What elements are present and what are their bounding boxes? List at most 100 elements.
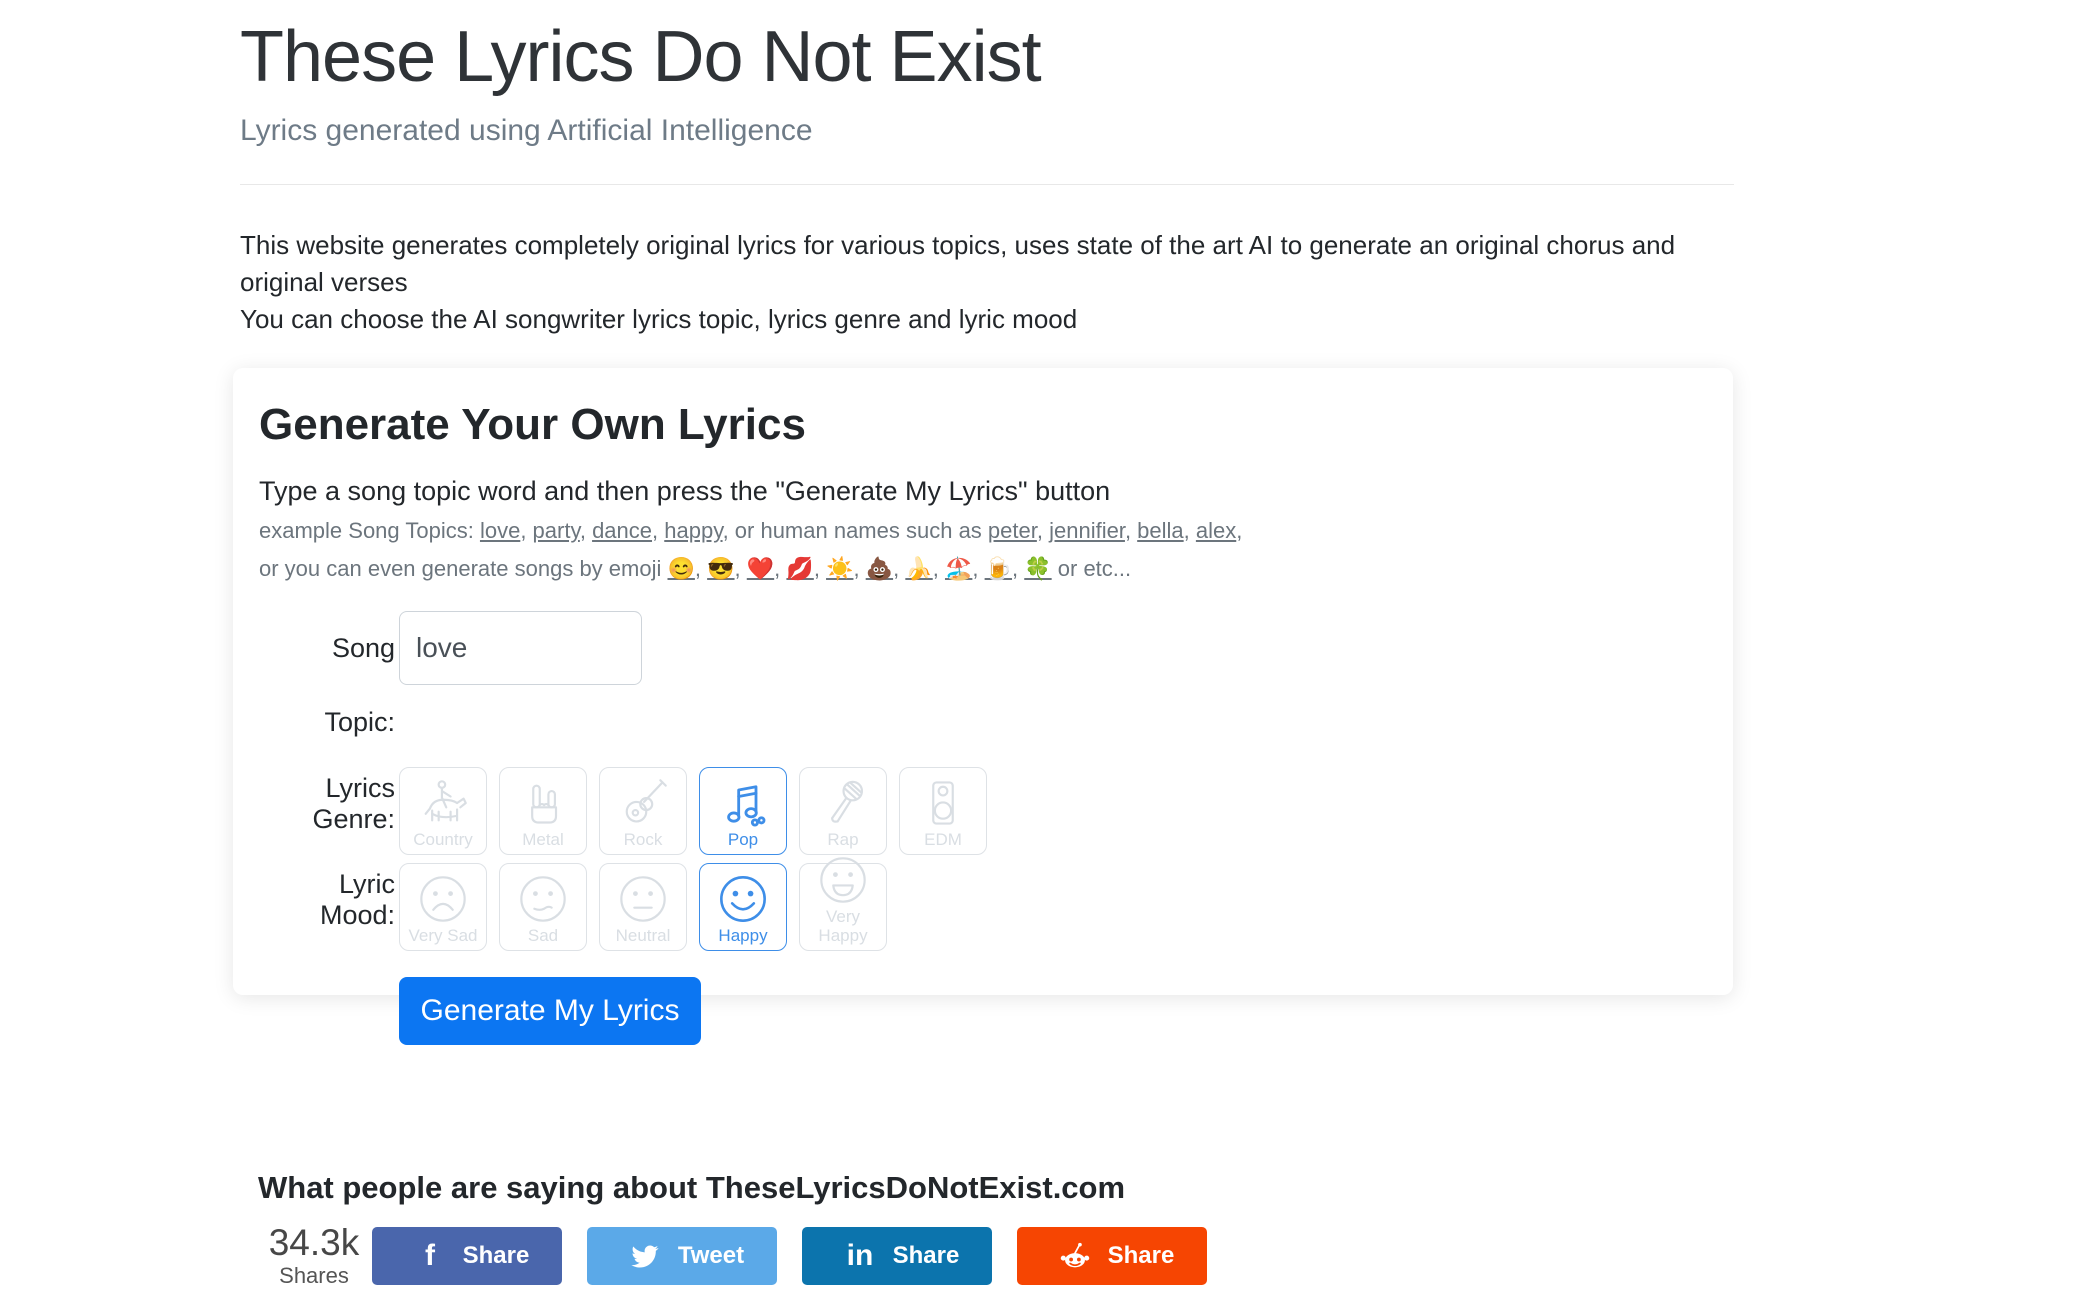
very-sad-face-icon xyxy=(417,873,469,925)
twitter-tweet-label: Tweet xyxy=(663,1242,771,1270)
mood-label-very-sad: Very Sad xyxy=(409,926,478,945)
topic-link[interactable]: love xyxy=(480,518,520,543)
generate-my-lyrics-button[interactable]: Generate My Lyrics xyxy=(399,977,701,1045)
song-topic-row: Song Topic: xyxy=(259,611,1707,759)
genre-label-edm: EDM xyxy=(924,830,962,849)
genre-button-edm[interactable]: EDM xyxy=(899,767,987,855)
topic-link[interactable]: peter xyxy=(988,518,1037,543)
happy-face-icon xyxy=(717,873,769,925)
example-text: or you can even generate songs by emoji xyxy=(259,556,667,581)
mood-button-neutral[interactable]: Neutral xyxy=(599,863,687,951)
example-emoji-line: or you can even generate songs by emoji … xyxy=(259,555,1707,583)
lyrics-genre-row: Lyrics Genre: Country xyxy=(259,767,1707,855)
share-row: 34.3k Shares f Share Tweet in Share xyxy=(258,1222,2089,1289)
song-topic-label: Song Topic: xyxy=(259,611,395,759)
share-counter: 34.3k Shares xyxy=(258,1222,370,1289)
topic-link[interactable]: party xyxy=(533,518,580,543)
very-happy-face-icon xyxy=(817,854,869,906)
example-text: , xyxy=(853,556,865,581)
description-line-1: This website generates completely origin… xyxy=(240,227,1734,301)
genre-label-rap: Rap xyxy=(827,830,858,849)
genre-button-country[interactable]: Country xyxy=(399,767,487,855)
example-text: , xyxy=(735,556,747,581)
example-topics-line: example Song Topics: love, party, dance,… xyxy=(259,517,1707,545)
facebook-share-button[interactable]: f Share xyxy=(372,1227,562,1285)
example-text: , xyxy=(1037,518,1049,543)
emoji-link[interactable]: 🍌 xyxy=(905,556,932,581)
example-text: example Song Topics: xyxy=(259,518,480,543)
description-line-2: You can choose the AI songwriter lyrics … xyxy=(240,301,1734,338)
page-title: These Lyrics Do Not Exist xyxy=(240,0,1734,98)
topic-link[interactable]: alex xyxy=(1196,518,1236,543)
genre-button-rock[interactable]: Rock xyxy=(599,767,687,855)
linkedin-icon: in xyxy=(842,1238,878,1274)
emoji-link[interactable]: 😊 xyxy=(667,556,694,581)
reddit-alien-icon xyxy=(1057,1238,1093,1274)
genre-label-metal: Metal xyxy=(522,830,564,849)
emoji-link[interactable]: 😎 xyxy=(707,556,734,581)
emoji-link[interactable]: 💋 xyxy=(786,556,813,581)
example-text: , xyxy=(520,518,532,543)
emoji-link[interactable]: ☀️ xyxy=(826,556,853,581)
divider xyxy=(240,184,1734,185)
mood-button-very-sad[interactable]: Very Sad xyxy=(399,863,487,951)
lyric-mood-row: Lyric Mood: Very Sad Sad xyxy=(259,863,1707,951)
genre-button-pop[interactable]: Pop xyxy=(699,767,787,855)
card-heading: Generate Your Own Lyrics xyxy=(259,400,1707,450)
example-text: , xyxy=(972,556,984,581)
sad-face-icon xyxy=(517,873,569,925)
genre-label-country: Country xyxy=(413,830,473,849)
genre-label-pop: Pop xyxy=(728,830,758,849)
example-text: , xyxy=(933,556,945,581)
edm-icon xyxy=(917,777,969,829)
linkedin-share-label: Share xyxy=(878,1242,986,1270)
topic-link[interactable]: happy xyxy=(664,518,722,543)
mood-button-happy[interactable]: Happy xyxy=(699,863,787,951)
example-text: or etc... xyxy=(1052,556,1131,581)
topic-link[interactable]: dance xyxy=(592,518,652,543)
example-text: , xyxy=(774,556,786,581)
mood-label-happy: Happy xyxy=(718,926,767,945)
reddit-share-button[interactable]: Share xyxy=(1017,1227,1207,1285)
mood-label-neutral: Neutral xyxy=(616,926,671,945)
page-subtitle: Lyrics generated using Artificial Intell… xyxy=(240,114,1734,148)
neutral-face-icon xyxy=(617,873,669,925)
emoji-link[interactable]: 💩 xyxy=(866,556,893,581)
emoji-link[interactable]: 🍺 xyxy=(985,556,1012,581)
topic-link[interactable]: bella xyxy=(1137,518,1183,543)
rap-icon xyxy=(817,777,869,829)
example-text: , xyxy=(1236,518,1242,543)
twitter-bird-icon xyxy=(627,1238,663,1274)
example-text: , xyxy=(1125,518,1137,543)
emoji-link[interactable]: 🏖️ xyxy=(945,556,972,581)
example-text: , xyxy=(652,518,664,543)
example-text: , xyxy=(814,556,826,581)
page-content: These Lyrics Do Not Exist Lyrics generat… xyxy=(240,0,1734,338)
site-description: This website generates completely origin… xyxy=(240,227,1734,338)
facebook-share-label: Share xyxy=(448,1242,556,1270)
twitter-tweet-button[interactable]: Tweet xyxy=(587,1227,777,1285)
mood-label-sad: Sad xyxy=(528,926,558,945)
pop-icon xyxy=(717,777,769,829)
example-text: , xyxy=(695,556,707,581)
genre-button-metal[interactable]: Metal xyxy=(499,767,587,855)
footer-section: What people are saying about TheseLyrics… xyxy=(258,1170,2089,1289)
rock-icon xyxy=(617,777,669,829)
emoji-link[interactable]: 🍀 xyxy=(1024,556,1051,581)
reddit-share-label: Share xyxy=(1093,1242,1201,1270)
share-count-label: Shares xyxy=(258,1263,370,1289)
footer-heading: What people are saying about TheseLyrics… xyxy=(258,1170,2089,1206)
example-text: , xyxy=(893,556,905,581)
genre-button-rap[interactable]: Rap xyxy=(799,767,887,855)
linkedin-share-button[interactable]: in Share xyxy=(802,1227,992,1285)
example-text: , xyxy=(1184,518,1196,543)
example-text: , or human names such as xyxy=(723,518,988,543)
emoji-link[interactable]: ❤️ xyxy=(747,556,774,581)
mood-button-sad[interactable]: Sad xyxy=(499,863,587,951)
mood-button-very-happy[interactable]: Very Happy xyxy=(799,863,887,951)
share-count: 34.3k xyxy=(258,1222,370,1264)
topic-link[interactable]: jennifier xyxy=(1049,518,1125,543)
generator-form: Song Topic: Lyrics Genre: Country xyxy=(259,611,1707,1045)
genre-label-rock: Rock xyxy=(624,830,663,849)
song-topic-input[interactable] xyxy=(399,611,642,685)
